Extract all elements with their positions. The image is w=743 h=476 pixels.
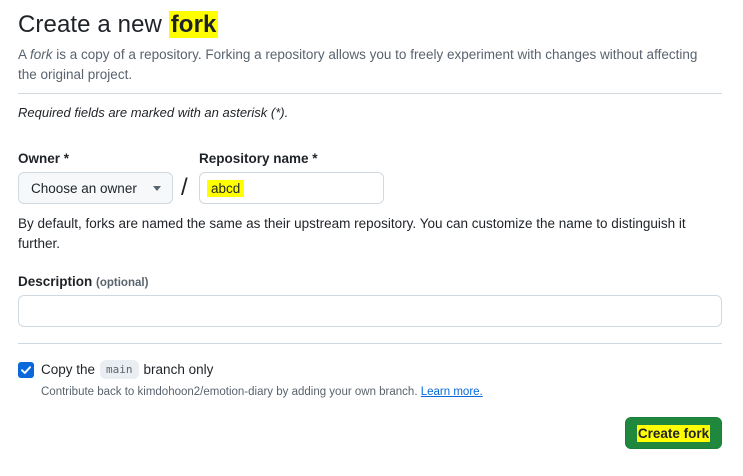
owner-select-button[interactable]: Choose an owner bbox=[18, 172, 173, 204]
page-title: Create a new fork bbox=[18, 11, 219, 39]
header-divider bbox=[18, 93, 722, 94]
copy-branch-label: Copy the main branch only bbox=[41, 360, 213, 379]
copy-main-branch-checkbox[interactable] bbox=[18, 362, 34, 378]
copy-branch-label-suffix: branch only bbox=[143, 362, 214, 377]
copy-branch-label-prefix: Copy the bbox=[41, 362, 96, 377]
description-input[interactable] bbox=[18, 295, 722, 327]
branch-name-code: main bbox=[100, 360, 139, 379]
intro-rest: is a copy of a repository. Forking a rep… bbox=[18, 47, 698, 82]
required-fields-note: Required fields are marked with an aster… bbox=[18, 105, 289, 120]
intro-prefix: A bbox=[18, 47, 31, 62]
owner-repo-separator: / bbox=[181, 174, 188, 201]
intro-emphasis: fork bbox=[30, 47, 53, 62]
check-icon bbox=[21, 366, 31, 374]
form-divider bbox=[18, 343, 722, 344]
page-title-prefix: Create a new bbox=[18, 11, 169, 38]
repository-name-label: Repository name * bbox=[199, 151, 318, 166]
contribute-back-note: Contribute back to kimdohoon2/emotion-di… bbox=[41, 386, 483, 398]
learn-more-link[interactable]: Learn more. bbox=[421, 386, 483, 398]
page-title-highlight: fork bbox=[168, 11, 219, 38]
repository-name-value: abcd bbox=[207, 179, 245, 197]
create-fork-button[interactable]: Create fork bbox=[625, 417, 722, 449]
repository-name-help: By default, forks are named the same as … bbox=[18, 216, 686, 251]
intro-text: A fork is a copy of a repository. Forkin… bbox=[18, 45, 718, 85]
chevron-down-icon bbox=[153, 185, 161, 191]
description-label-text: Description bbox=[18, 274, 93, 289]
owner-select-label: Choose an owner bbox=[31, 180, 137, 196]
create-fork-label: Create fork bbox=[636, 424, 711, 442]
description-optional-tag: (optional) bbox=[96, 277, 149, 289]
contribute-back-text: Contribute back to kimdohoon2/emotion-di… bbox=[41, 386, 418, 398]
owner-label: Owner * bbox=[18, 151, 70, 166]
repository-name-input[interactable]: abcd bbox=[199, 172, 384, 204]
description-label: Description (optional) bbox=[18, 274, 148, 289]
